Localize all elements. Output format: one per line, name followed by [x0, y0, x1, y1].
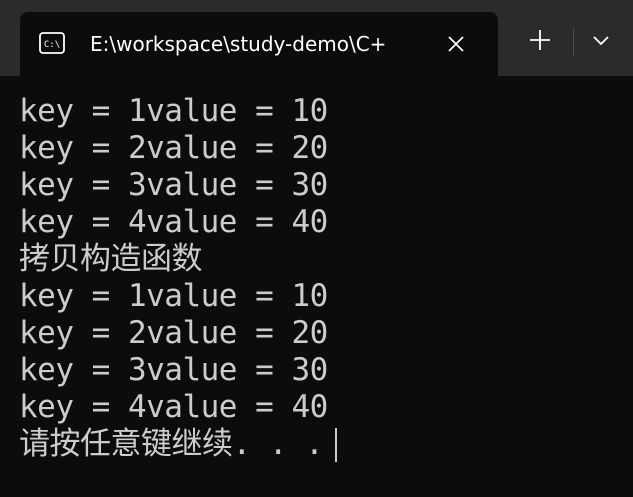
text-cursor [335, 427, 338, 462]
plus-icon [529, 29, 551, 56]
console-line: 拷贝构造函数 [19, 241, 203, 277]
svg-text:C:\: C:\ [44, 40, 60, 50]
new-tab-button[interactable] [520, 22, 560, 62]
terminal-tab[interactable]: C:\ E:\workspace\study-demo\C+ [20, 12, 498, 76]
tab-title: E:\workspace\study-demo\C+ [90, 32, 387, 56]
terminal-icon: C:\ [39, 32, 65, 54]
console-line: key = 4value = 40 [19, 204, 328, 240]
console-line: key = 4value = 40 [19, 389, 328, 425]
chevron-down-icon [592, 33, 610, 51]
console-line: key = 3value = 30 [19, 352, 328, 388]
toolbar-divider [573, 28, 574, 56]
terminal-window: C:\ E:\workspace\study-demo\C+ key = 1va… [0, 0, 633, 497]
console-line: key = 2value = 20 [19, 130, 328, 166]
close-icon[interactable] [440, 30, 472, 58]
console-line: key = 1value = 10 [19, 93, 328, 129]
console-line: key = 2value = 20 [19, 315, 328, 351]
console-output[interactable]: key = 1value = 10 key = 2value = 20 key … [19, 93, 619, 483]
pause-prompt: 请按任意键继续. . . [19, 426, 324, 462]
console-line: key = 1value = 10 [19, 278, 328, 314]
console-line: key = 3value = 30 [19, 167, 328, 203]
title-bar: C:\ E:\workspace\study-demo\C+ [0, 0, 633, 76]
profile-dropdown-button[interactable] [583, 22, 619, 62]
console-line-prompt: 请按任意键继续. . . [19, 426, 619, 463]
